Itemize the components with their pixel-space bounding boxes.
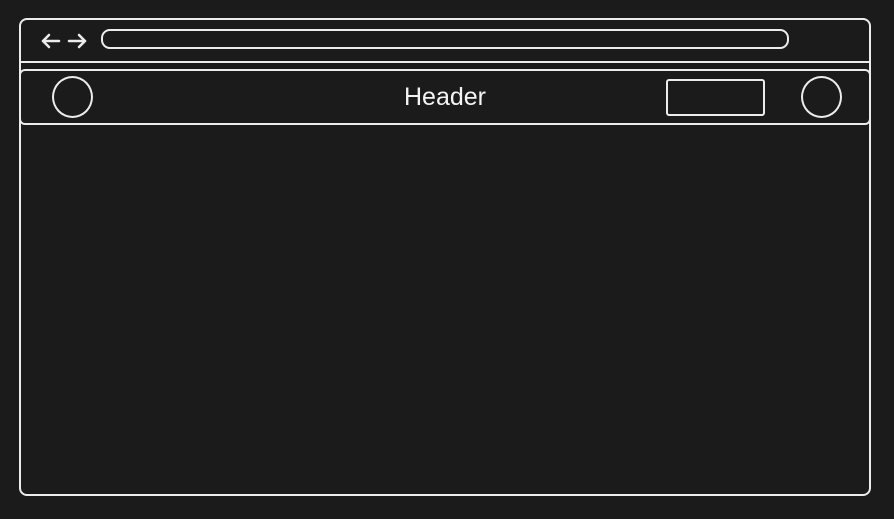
left-circle-icon[interactable] (52, 76, 93, 118)
back-forward-arrows-icon[interactable] (41, 31, 87, 51)
window-divider (19, 61, 871, 63)
address-bar[interactable] (101, 29, 789, 49)
header-button[interactable] (666, 79, 765, 116)
header-title: Header (404, 83, 486, 111)
right-circle-icon[interactable] (801, 76, 842, 118)
